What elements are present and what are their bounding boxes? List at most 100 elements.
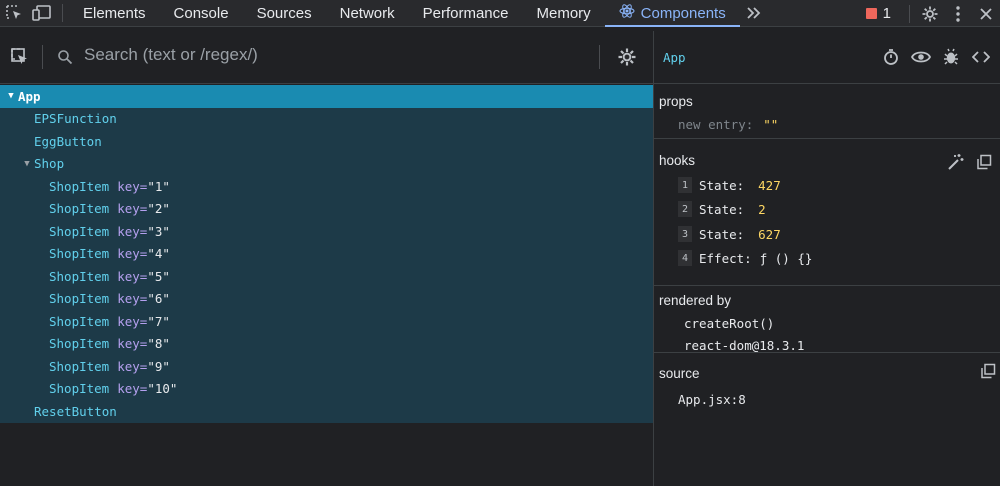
more-options-kebab-icon[interactable] — [944, 0, 972, 27]
source-section: source App.jsx:8 — [654, 353, 1000, 413]
component-inspector-panel: App props new entry: "" hooks 1 State: 4… — [654, 31, 1000, 486]
search-icon — [57, 49, 73, 68]
parse-hook-names-magic-wand-icon[interactable] — [942, 150, 970, 174]
key-attribute-label: key= — [117, 381, 148, 397]
source-file-link[interactable]: App.jsx:8 — [678, 392, 746, 407]
select-component-icon[interactable] — [10, 47, 30, 70]
expand-caret-icon[interactable]: ▼ — [4, 91, 18, 101]
expand-caret-icon[interactable]: ▼ — [20, 159, 34, 169]
view-source-code-icon[interactable] — [966, 45, 996, 69]
tab-label: Performance — [422, 4, 509, 22]
tab-sources[interactable]: Sources — [243, 0, 326, 27]
key-attribute-label: key= — [117, 313, 148, 329]
tab-elements[interactable]: Elements — [69, 0, 160, 27]
hooks-title: hooks — [659, 153, 696, 168]
tree-row[interactable]: ShopItem key= "9" — [0, 355, 653, 378]
hook-label: State: — [699, 226, 745, 242]
component-name: ResetButton — [34, 403, 117, 419]
key-attribute-value: "8" — [147, 336, 170, 352]
tree-row[interactable]: EggButton — [0, 130, 653, 153]
tab-label: Sources — [256, 4, 312, 22]
tab-components[interactable]: Components — [604, 0, 740, 27]
issues-badge[interactable]: 1 — [858, 5, 903, 22]
component-name: ShopItem — [49, 223, 110, 239]
view-settings-gear-icon[interactable] — [617, 47, 637, 70]
search-divider — [599, 45, 600, 69]
rendered-by-title: rendered by — [659, 293, 732, 308]
copy-source-icon[interactable] — [980, 363, 996, 382]
tree-row[interactable]: ShopItem key= "10" — [0, 378, 653, 401]
component-name: Shop — [34, 156, 65, 172]
key-attribute-value: "1" — [147, 178, 170, 194]
key-attribute-label: key= — [117, 336, 148, 352]
tab-label: Components — [640, 4, 726, 22]
tree-row[interactable]: ShopItem key= "8" — [0, 333, 653, 356]
inspect-element-icon[interactable] — [0, 0, 28, 27]
hook-row[interactable]: 3 State: 627 — [678, 226, 781, 242]
key-attribute-value: "9" — [147, 358, 170, 374]
component-name: ShopItem — [49, 246, 110, 262]
tab-network[interactable]: Network — [326, 0, 409, 27]
tree-row[interactable]: ShopItem key= "5" — [0, 265, 653, 288]
rendered-by-item: react-dom@18.3.1 — [684, 338, 805, 353]
component-search-bar — [0, 31, 653, 84]
key-attribute-label: key= — [117, 268, 148, 284]
tree-row[interactable]: ▼ App — [0, 85, 653, 108]
hook-value[interactable]: 2 — [758, 202, 766, 217]
component-name: App — [18, 88, 41, 104]
rendered-by-item: createRoot() — [684, 316, 775, 331]
key-attribute-value: "7" — [147, 313, 170, 329]
inspect-dom-eye-icon[interactable] — [906, 45, 936, 69]
tree-row[interactable]: ▼ Shop — [0, 153, 653, 176]
hook-row[interactable]: 1 State: 427 — [678, 177, 781, 193]
tree-row[interactable]: ShopItem key= "1" — [0, 175, 653, 198]
component-tree-panel: ▼AppEPSFunctionEggButton▼ShopShopItemkey… — [0, 31, 653, 486]
tree-row[interactable]: ShopItem key= "6" — [0, 288, 653, 311]
new-entry-value[interactable]: "" — [763, 117, 778, 132]
key-attribute-value: "3" — [147, 223, 170, 239]
tab-performance[interactable]: Performance — [409, 0, 523, 27]
hook-value[interactable]: 427 — [758, 178, 781, 193]
toolbar-divider — [62, 4, 63, 22]
copy-hooks-icon[interactable] — [970, 150, 998, 174]
close-devtools-icon[interactable] — [972, 0, 1000, 27]
panel-tabs: Elements Console Sources Network Performance… — [69, 0, 740, 27]
hook-value[interactable]: ƒ () {} — [760, 251, 813, 266]
hook-row[interactable]: 2 State: 2 — [678, 201, 766, 217]
component-name: EPSFunction — [34, 111, 117, 127]
suspend-stopwatch-icon[interactable] — [876, 45, 906, 69]
tree-row[interactable]: ResetButton — [0, 400, 653, 423]
tree-row[interactable]: ShopItem key= "4" — [0, 243, 653, 266]
key-attribute-value: "5" — [147, 268, 170, 284]
tree-row[interactable]: ShopItem key= "7" — [0, 310, 653, 333]
tab-label: Network — [339, 4, 395, 22]
props-title: props — [659, 94, 693, 109]
more-tabs-chevron-icon[interactable] — [740, 0, 768, 27]
component-name: ShopItem — [49, 268, 110, 284]
tree-row[interactable]: ShopItem key= "2" — [0, 198, 653, 221]
key-attribute-label: key= — [117, 178, 148, 194]
component-name: ShopItem — [49, 201, 110, 217]
log-to-console-bug-icon[interactable] — [936, 45, 966, 69]
hook-label: State: — [699, 177, 745, 193]
hook-label: State: — [699, 201, 745, 217]
new-prop-entry[interactable]: new entry: "" — [678, 117, 778, 132]
tree-row[interactable]: EPSFunction — [0, 108, 653, 131]
hook-row[interactable]: 4 Effect: ƒ () {} — [678, 250, 812, 266]
key-attribute-label: key= — [117, 358, 148, 374]
settings-gear-icon[interactable] — [916, 0, 944, 27]
key-attribute-value: "4" — [147, 246, 170, 262]
tab-label: Console — [173, 4, 229, 22]
component-name: EggButton — [34, 133, 102, 149]
component-name: ShopItem — [49, 336, 110, 352]
search-input[interactable] — [84, 45, 584, 65]
props-section: props new entry: "" — [654, 84, 1000, 139]
tab-memory[interactable]: Memory — [523, 0, 605, 27]
hook-value[interactable]: 627 — [758, 227, 781, 242]
component-tree: ▼ App EPSFunction EggButton ▼ Shop ShopItem key… — [0, 85, 653, 423]
tab-label: Elements — [83, 4, 146, 22]
device-toolbar-icon[interactable] — [28, 0, 56, 27]
tree-row[interactable]: ShopItem key= "3" — [0, 220, 653, 243]
tab-console[interactable]: Console — [160, 0, 243, 27]
issue-flag-icon — [865, 8, 877, 19]
